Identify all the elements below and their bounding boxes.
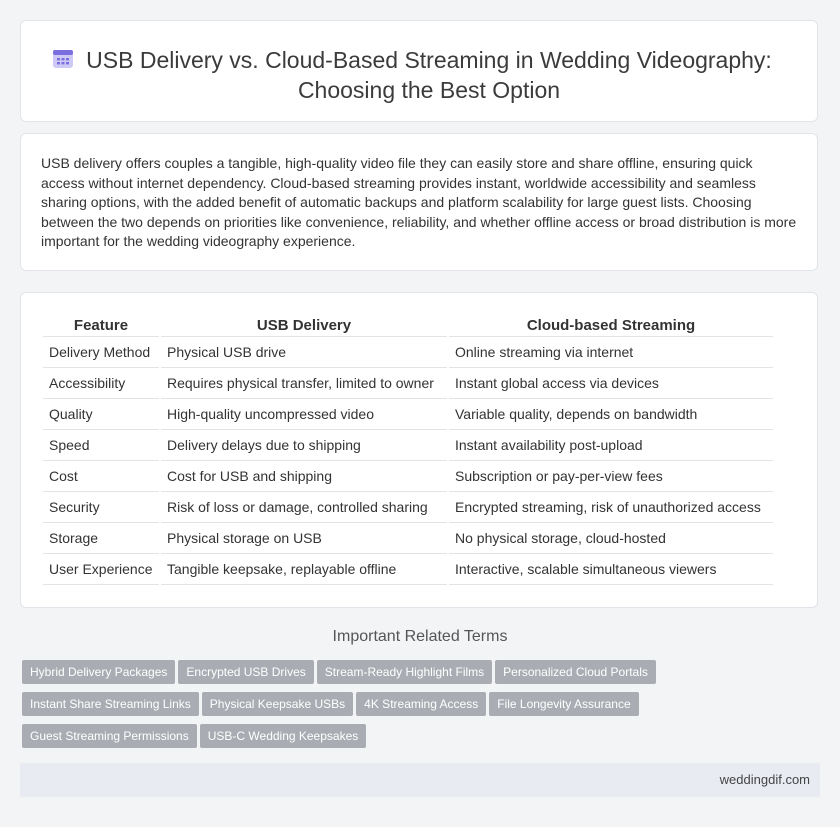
related-term-tag[interactable]: Physical Keepsake USBs bbox=[201, 692, 354, 716]
feature-cell: Accessibility bbox=[43, 367, 160, 399]
usb-cell: Requires physical transfer, limited to o… bbox=[159, 367, 448, 399]
column-header: Feature bbox=[43, 313, 160, 337]
table-row: Speed Delivery delays due to shipping Inst… bbox=[43, 429, 773, 461]
usb-cell: Physical USB drive bbox=[159, 336, 448, 368]
feature-cell: User Experience bbox=[43, 553, 160, 585]
cloud-cell: Interactive, scalable simultaneous viewe… bbox=[447, 553, 773, 585]
related-term-tag[interactable]: File Longevity Assurance bbox=[489, 692, 639, 716]
related-term-tag[interactable]: Hybrid Delivery Packages bbox=[22, 660, 176, 684]
table-row: Cost Cost for USB and shipping Subscriptio… bbox=[43, 460, 773, 492]
table-body: Delivery Method Physical USB drive Online … bbox=[43, 336, 773, 585]
related-term-tag[interactable]: USB-C Wedding Keepsakes bbox=[199, 724, 367, 748]
related-term-tag[interactable]: Instant Share Streaming Links bbox=[22, 692, 199, 716]
cloud-cell: Instant availability post-upload bbox=[447, 429, 773, 461]
usb-cell: Physical storage on USB bbox=[159, 522, 448, 554]
table-row: User Experience Tangible keepsake, replay… bbox=[43, 553, 773, 585]
header-card: USB Delivery vs. Cloud-Based Streaming i… bbox=[20, 20, 818, 122]
related-terms-title: Important Related Terms bbox=[332, 628, 508, 645]
column-header: Cloud-based Streaming bbox=[447, 313, 773, 337]
cloud-cell: Online streaming via internet bbox=[447, 336, 773, 368]
cloud-cell: Subscription or pay-per-view fees bbox=[447, 460, 773, 492]
usb-cell: Risk of loss or damage, controlled shari… bbox=[159, 491, 448, 523]
table-row: Storage Physical storage on USB No physica… bbox=[43, 522, 773, 554]
usb-cell: Tangible keepsake, replayable offline bbox=[159, 553, 448, 585]
comparison-table: Feature USB Delivery Cloud-based Streami… bbox=[43, 313, 773, 585]
summary-text: USB delivery offers couples a tangible, … bbox=[41, 155, 797, 249]
table-row: Delivery Method Physical USB drive Online … bbox=[43, 336, 773, 368]
footer: weddingdif.com bbox=[20, 763, 820, 797]
calendar-icon bbox=[53, 50, 73, 68]
usb-cell: Delivery delays due to shipping bbox=[159, 429, 448, 461]
comparison-card: Feature USB Delivery Cloud-based Streami… bbox=[20, 292, 818, 608]
feature-cell: Delivery Method bbox=[43, 336, 160, 368]
related-term-tag[interactable]: Stream-Ready Highlight Films bbox=[316, 660, 493, 684]
related-term-tag[interactable]: Personalized Cloud Portals bbox=[495, 660, 656, 684]
usb-cell: High-quality uncompressed video bbox=[159, 398, 448, 430]
related-term-tag[interactable]: Guest Streaming Permissions bbox=[22, 724, 197, 748]
table-row: Accessibility Requires physical transfer,… bbox=[43, 367, 773, 399]
feature-cell: Speed bbox=[43, 429, 160, 461]
cloud-cell: Instant global access via devices bbox=[447, 367, 773, 399]
summary-card: USB delivery offers couples a tangible, … bbox=[20, 133, 818, 271]
cloud-cell: Variable quality, depends on bandwidth bbox=[447, 398, 773, 430]
feature-cell: Quality bbox=[43, 398, 160, 430]
related-terms-list: Hybrid Delivery Packages Encrypted USB Dr… bbox=[22, 660, 662, 756]
column-header: USB Delivery bbox=[159, 313, 448, 337]
usb-cell: Cost for USB and shipping bbox=[159, 460, 448, 492]
cloud-cell: Encrypted streaming, risk of unauthorize… bbox=[447, 491, 773, 523]
feature-cell: Cost bbox=[43, 460, 160, 492]
footer-site[interactable]: weddingdif.com bbox=[720, 772, 810, 787]
title-wrap: USB Delivery vs. Cloud-Based Streaming i… bbox=[61, 45, 797, 105]
table-header-row: Feature USB Delivery Cloud-based Streami… bbox=[43, 313, 773, 337]
feature-cell: Storage bbox=[43, 522, 160, 554]
table-row: Security Risk of loss or damage, controll… bbox=[43, 491, 773, 523]
cloud-cell: No physical storage, cloud-hosted bbox=[447, 522, 773, 554]
related-term-tag[interactable]: 4K Streaming Access bbox=[356, 692, 487, 716]
page-title: USB Delivery vs. Cloud-Based Streaming i… bbox=[86, 47, 772, 103]
feature-cell: Security bbox=[43, 491, 160, 523]
table-row: Quality High-quality uncompressed video Va… bbox=[43, 398, 773, 430]
related-term-tag[interactable]: Encrypted USB Drives bbox=[178, 660, 314, 684]
